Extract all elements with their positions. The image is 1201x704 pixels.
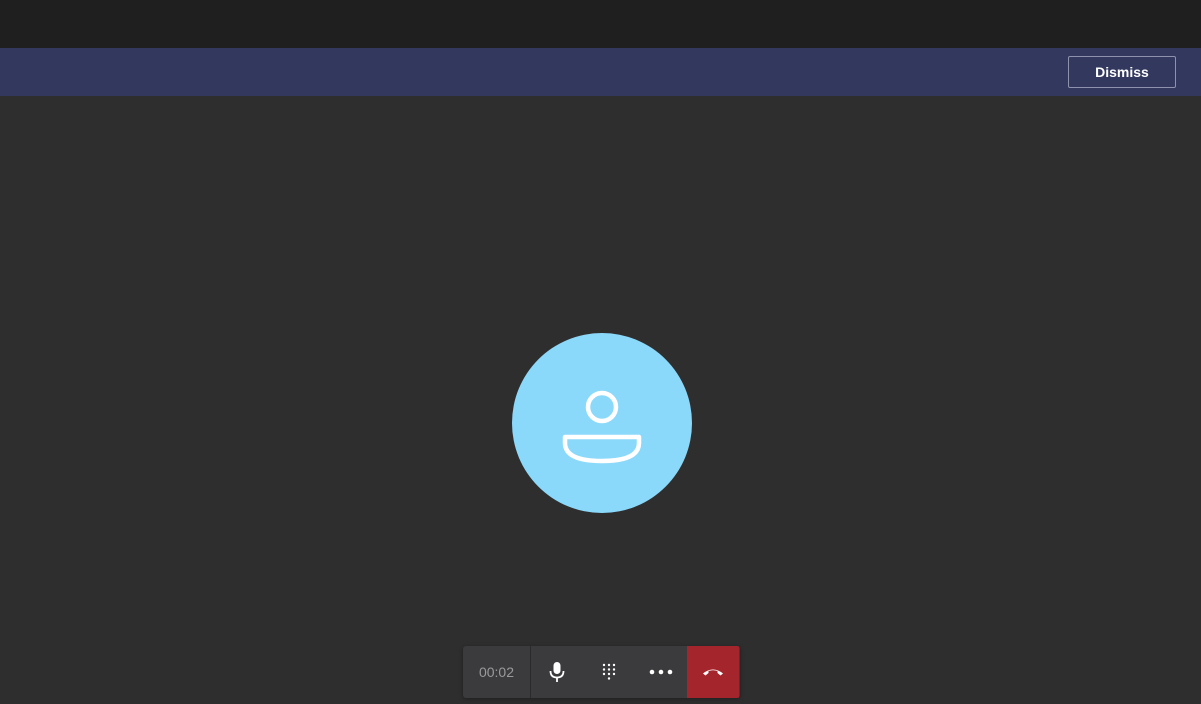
dismiss-button[interactable]: Dismiss	[1068, 56, 1176, 88]
contact-avatar	[512, 333, 692, 513]
call-timer: 00:02	[463, 646, 531, 698]
notification-banner: Dismiss	[0, 48, 1201, 96]
dialpad-icon	[602, 663, 616, 680]
person-icon	[562, 390, 642, 464]
mute-button[interactable]	[531, 646, 583, 698]
title-bar	[0, 0, 1201, 48]
more-options-button[interactable]	[635, 646, 687, 698]
hang-up-button[interactable]	[687, 646, 739, 698]
dialpad-button[interactable]	[583, 646, 635, 698]
call-controls-bar: 00:02	[463, 646, 740, 698]
more-options-icon	[649, 669, 673, 675]
hang-up-icon	[703, 669, 723, 676]
microphone-icon	[549, 662, 565, 682]
